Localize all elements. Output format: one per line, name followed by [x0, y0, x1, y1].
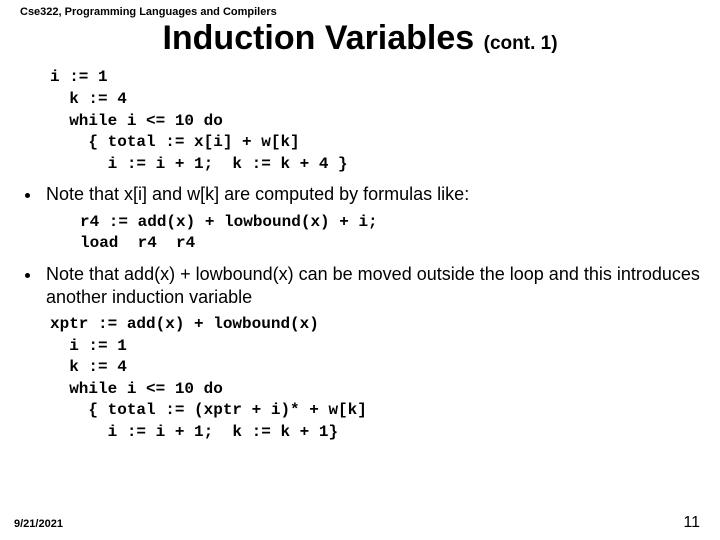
- footer-date: 9/21/2021: [14, 518, 63, 530]
- bullet-2: Note that add(x) + lowbound(x) can be mo…: [42, 263, 700, 308]
- bullet-list-1: Note that x[i] and w[k] are computed by …: [42, 183, 700, 206]
- code-block-3: xptr := add(x) + lowbound(x) i := 1 k :=…: [50, 314, 700, 444]
- bullet-list-2: Note that add(x) + lowbound(x) can be mo…: [42, 263, 700, 308]
- bullet-1: Note that x[i] and w[k] are computed by …: [42, 183, 700, 206]
- slide: Cse322, Programming Languages and Compil…: [0, 0, 720, 540]
- code-block-2: r4 := add(x) + lowbound(x) + i; load r4 …: [80, 212, 700, 255]
- title-main: Induction Variables: [162, 19, 483, 57]
- course-header: Cse322, Programming Languages and Compil…: [20, 6, 700, 18]
- slide-title: Induction Variables (cont. 1): [20, 20, 700, 57]
- footer-page-number: 11: [683, 514, 700, 532]
- title-cont: (cont. 1): [484, 33, 558, 54]
- code-block-1: i := 1 k := 4 while i <= 10 do { total :…: [50, 67, 700, 175]
